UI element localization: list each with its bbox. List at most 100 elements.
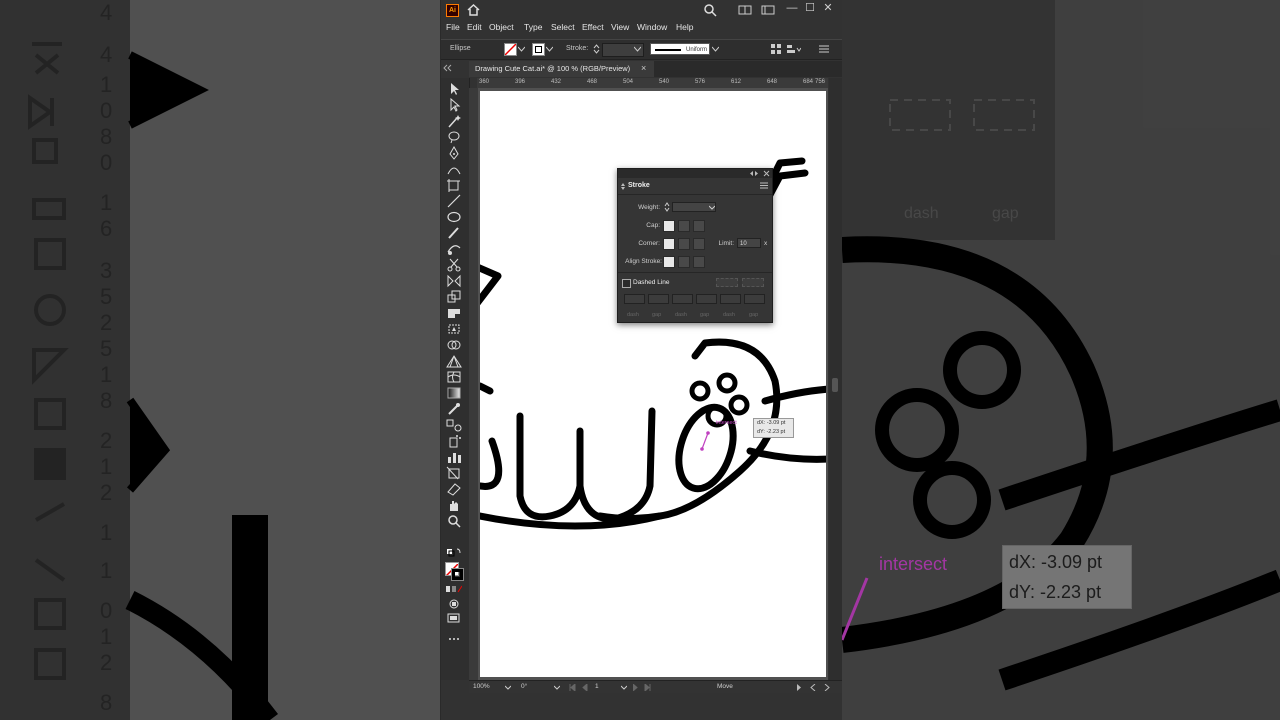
dash-preset-2[interactable] [742,278,764,287]
round-cap-button[interactable] [678,220,690,232]
weight-stepper-icon[interactable] [664,201,670,213]
miter-join-button[interactable] [663,238,675,250]
eraser-tool-icon[interactable] [446,482,462,496]
panel-reorder-icon[interactable] [621,183,625,190]
vertical-scrollbar[interactable] [829,78,842,680]
dash-field-3[interactable] [720,294,741,304]
fill-stroke-indicator[interactable] [445,562,465,582]
close-window-button[interactable]: ✕ [819,0,837,18]
projecting-cap-button[interactable] [693,220,705,232]
stroke-dropdown-icon[interactable] [546,46,553,52]
panel-close-icon[interactable] [763,170,770,177]
artboard-prev-icons[interactable] [569,684,593,691]
menu-view[interactable]: View [611,22,629,32]
panel-menu-icon[interactable] [819,44,829,54]
slice-tool-icon[interactable] [446,466,462,480]
artboard-dropdown-icon[interactable] [621,685,627,690]
eyedropper-tool-icon[interactable] [446,402,462,416]
gap-field-2[interactable] [696,294,717,304]
stroke-stepper-icon[interactable] [593,43,600,55]
menu-help[interactable]: Help [676,22,693,32]
artboard-next-icons[interactable] [633,684,657,691]
ellipse-tool-icon[interactable] [446,210,462,224]
transform-icon[interactable] [787,44,801,54]
pen-tool-icon[interactable] [446,146,462,160]
edit-toolbar-icon[interactable] [446,634,462,648]
scroll-thumb[interactable] [832,378,838,392]
profile-dropdown-icon[interactable] [712,46,719,52]
blend-tool-icon[interactable] [446,418,462,432]
menu-effect[interactable]: Effect [582,22,604,32]
draw-mode-icon[interactable] [446,598,462,612]
menu-select[interactable]: Select [551,22,575,32]
stroke-swatch[interactable] [532,43,545,56]
align-icon[interactable] [771,44,781,54]
minimize-button[interactable]: — [783,0,801,18]
align-outside-button[interactable] [693,256,705,268]
scale-tool-icon[interactable] [446,290,462,304]
gradient-tool-icon[interactable] [446,386,462,400]
paintbrush-tool-icon[interactable] [446,226,462,240]
lasso-tool-icon[interactable] [446,130,462,144]
align-center-button[interactable] [663,256,675,268]
home-icon[interactable] [467,3,480,16]
free-transform-tool-icon[interactable] [446,322,462,336]
stroke-weight-dropdown-icon[interactable] [634,46,641,52]
align-inside-button[interactable] [678,256,690,268]
hand-tool-icon[interactable] [446,498,462,512]
weight-dropdown-icon[interactable] [709,205,715,210]
shaper-tool-icon[interactable] [446,242,462,256]
status-scroll-arrows[interactable] [797,684,837,691]
line-tool-icon[interactable] [446,194,462,208]
fill-swatch[interactable] [504,43,517,56]
reflect-tool-icon[interactable] [446,274,462,288]
curvature-tool-icon[interactable] [446,162,462,176]
menu-type[interactable]: Type [524,22,542,32]
shape-builder-tool-icon[interactable] [446,338,462,352]
column-graph-tool-icon[interactable] [446,450,462,464]
mesh-tool-icon[interactable] [446,370,462,384]
round-join-button[interactable] [678,238,690,250]
menu-file[interactable]: File [446,22,460,32]
close-document-icon[interactable]: × [641,63,646,73]
limit-field[interactable]: 10 [737,238,761,248]
direct-selection-tool-icon[interactable] [446,98,462,112]
stroke-panel-menu-icon[interactable] [760,182,768,189]
scissors-tool-icon[interactable] [446,258,462,272]
zoom-dropdown-icon[interactable] [505,685,511,690]
default-colors-icon[interactable] [446,548,462,562]
search-icon[interactable] [703,3,717,17]
menu-object[interactable]: Object [489,22,514,32]
dashed-line-checkbox[interactable] [622,279,631,288]
gap-field-3[interactable] [744,294,765,304]
dash-field-2[interactable] [672,294,693,304]
rotation-dropdown-icon[interactable] [554,685,560,690]
artboard-number[interactable]: 1 [595,683,599,690]
panel-collapse-icon[interactable] [750,171,758,176]
arrange-documents-icon[interactable] [738,3,752,17]
screen-mode-icon[interactable] [446,612,462,626]
perspective-grid-tool-icon[interactable] [446,354,462,368]
toolbar-collapse-icon[interactable] [443,62,465,74]
color-mode-icons[interactable] [446,584,462,598]
menu-edit[interactable]: Edit [467,22,482,32]
width-tool-icon[interactable] [446,306,462,320]
selection-tool-icon[interactable] [446,82,462,96]
fill-dropdown-icon[interactable] [518,46,525,52]
dash-preset-1[interactable] [716,278,738,287]
workspace-icon[interactable] [761,3,775,17]
rotation-value[interactable]: 0° [521,683,527,690]
symbol-sprayer-tool-icon[interactable] [446,434,462,448]
dash-field-1[interactable] [624,294,645,304]
butt-cap-button[interactable] [663,220,675,232]
maximize-button[interactable]: ☐ [801,0,819,18]
gap-field-1[interactable] [648,294,669,304]
document-tab[interactable]: Drawing Cute Cat.ai* @ 100 % (RGB/Previe… [469,61,654,77]
menu-window[interactable]: Window [637,22,667,32]
artboard-tool-icon[interactable] [446,178,462,192]
zoom-tool-icon[interactable] [446,514,462,528]
variable-width-profile[interactable]: Uniform [650,43,710,55]
magic-wand-tool-icon[interactable] [446,114,462,128]
bevel-join-button[interactable] [693,238,705,250]
zoom-level[interactable]: 100% [473,683,490,690]
